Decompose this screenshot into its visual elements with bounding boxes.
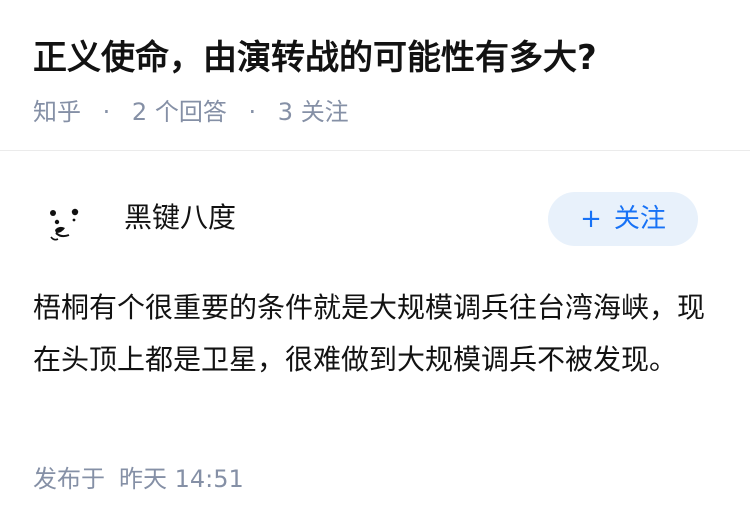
- answer-time: 发布于 昨天 14:51: [33, 462, 244, 496]
- meta-separator: ·: [248, 98, 257, 126]
- published-time: 昨天 14:51: [119, 465, 244, 493]
- follows-count-link[interactable]: 3 关注: [278, 98, 349, 126]
- follow-button-label: 关注: [613, 204, 666, 234]
- follow-button[interactable]: + 关注: [548, 192, 698, 246]
- follows-label: 关注: [300, 98, 349, 126]
- published-label: 发布于: [33, 465, 105, 493]
- author-row: 黑键八度 + 关注: [33, 190, 698, 250]
- author-name[interactable]: 黑键八度: [124, 198, 236, 238]
- plus-icon: +: [580, 204, 602, 234]
- answer-content[interactable]: 梧桐有个很重要的条件就是大规模调兵往台湾海峡，现在头顶上都是卫星，很难做到大规模…: [33, 282, 723, 386]
- answers-label: 个回答: [154, 98, 227, 126]
- answers-count: 2: [131, 98, 148, 126]
- question-header: 正义使命，由演转战的可能性有多大? 知乎 · 2 个回答 · 3 关注: [33, 30, 730, 128]
- meta-separator: ·: [102, 98, 111, 126]
- question-title[interactable]: 正义使命，由演转战的可能性有多大?: [33, 30, 730, 86]
- source-label[interactable]: 知乎: [33, 98, 81, 126]
- question-meta: 知乎 · 2 个回答 · 3 关注: [33, 96, 730, 128]
- follows-count: 3: [277, 98, 294, 126]
- author-avatar[interactable]: [43, 200, 87, 244]
- dog-face-icon: [50, 208, 79, 241]
- answers-count-link[interactable]: 2 个回答: [132, 98, 235, 126]
- divider: [0, 150, 750, 151]
